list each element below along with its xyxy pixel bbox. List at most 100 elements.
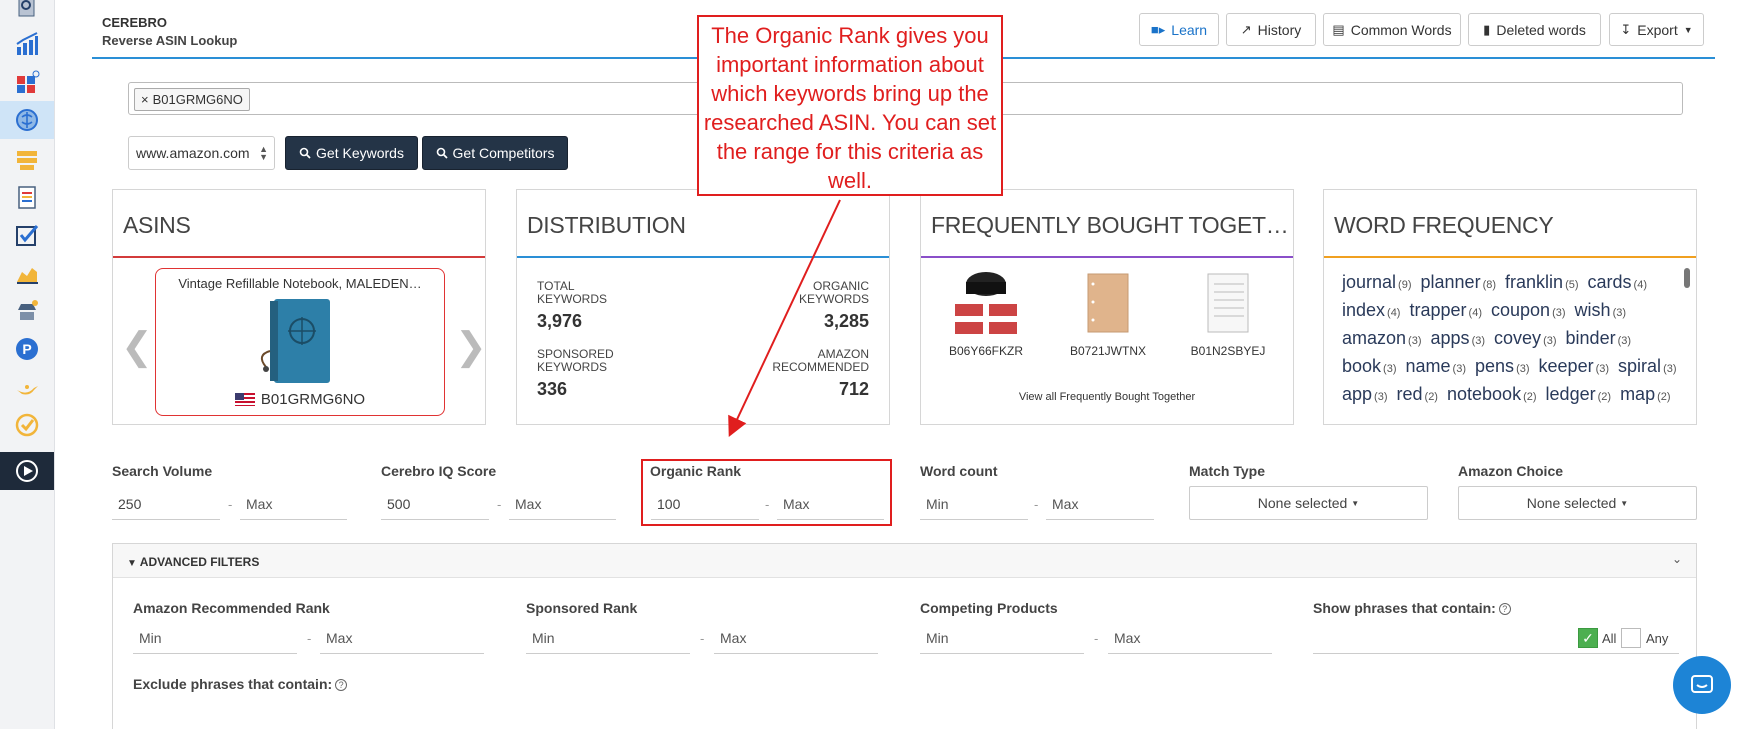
word-frequency-item[interactable]: amazon (3) xyxy=(1342,328,1422,348)
range-dash: - xyxy=(307,631,312,646)
organic-keywords-label: ORGANIC KEYWORDS xyxy=(798,279,869,306)
line-chart-icon: ↗ xyxy=(1240,21,1252,37)
iq-score-min-input[interactable]: 500 xyxy=(381,490,489,520)
fbt-product-image-1[interactable] xyxy=(953,268,1019,336)
amazon-rec-rank-min-input[interactable]: Min xyxy=(133,624,297,654)
word-frequency-item[interactable]: pens (3) xyxy=(1475,356,1530,376)
view-all-fbt-link[interactable]: View all Frequently Bought Together xyxy=(921,391,1293,403)
marketplace-select[interactable]: www.amazon.com ▲ ▼ xyxy=(128,136,275,170)
word-frequency-item[interactable]: cards (4) xyxy=(1588,272,1647,292)
export-button[interactable]: ↧ Export ▼ xyxy=(1609,13,1704,46)
sidebar-item-blocks[interactable] xyxy=(0,63,54,101)
word-frequency-item[interactable]: name (3) xyxy=(1406,356,1466,376)
match-type-dropdown[interactable]: None selected ▼ xyxy=(1189,486,1428,520)
sidebar-item-p[interactable]: P xyxy=(0,330,54,368)
word-frequency-item[interactable]: app (3) xyxy=(1342,384,1388,404)
word-count-max-input[interactable]: Max xyxy=(1046,490,1154,520)
word-frequency-item[interactable]: notebook (2) xyxy=(1447,384,1537,404)
amazon-choice-dropdown[interactable]: None selected ▼ xyxy=(1458,486,1697,520)
card-divider xyxy=(113,256,485,258)
search-volume-max-input[interactable]: Max xyxy=(240,490,347,520)
word-frequency-item[interactable]: binder (3) xyxy=(1566,328,1632,348)
sponsored-rank-min-input[interactable]: Min xyxy=(526,624,690,654)
sidebar-item-play[interactable] xyxy=(0,452,54,490)
word-count-min-input[interactable]: Min xyxy=(920,490,1028,520)
advanced-filters-toggle[interactable]: ▼ ADVANCED FILTERS ⌄ xyxy=(113,544,1696,578)
word-frequency-item[interactable]: apps (3) xyxy=(1431,328,1486,348)
any-checkbox[interactable] xyxy=(1621,628,1641,648)
fbt-asin-2[interactable]: B0721JWTNX xyxy=(1058,344,1158,358)
card-divider xyxy=(1324,256,1696,258)
scrollbar-thumb[interactable] xyxy=(1684,268,1690,288)
iq-score-max-input[interactable]: Max xyxy=(509,490,616,520)
select-arrows-icon: ▲ ▼ xyxy=(259,144,268,162)
fbt-product-image-3[interactable] xyxy=(1206,272,1250,334)
word-frequency-item[interactable]: trapper (4) xyxy=(1410,300,1483,320)
word-frequency-item[interactable]: journal (9) xyxy=(1342,272,1412,292)
deleted-words-button[interactable]: ▮ Deleted words xyxy=(1468,13,1601,46)
common-words-button[interactable]: ▤ Common Words xyxy=(1323,13,1461,46)
word-frequency-item[interactable]: wish (3) xyxy=(1575,300,1626,320)
sidebar-item-analytics[interactable] xyxy=(0,25,54,63)
range-dash: - xyxy=(228,497,233,512)
video-camera-icon: ■▸ xyxy=(1150,21,1166,37)
detective-icon xyxy=(18,300,38,320)
all-checkbox[interactable]: ✓ xyxy=(1578,628,1598,648)
sidebar-item-magnifier-doc[interactable] xyxy=(0,0,54,26)
chevron-left-icon[interactable]: ❮ xyxy=(121,324,153,369)
sidebar-item-list[interactable] xyxy=(0,178,54,216)
sidebar-item-checklist[interactable] xyxy=(0,216,54,254)
sponsored-rank-max-input[interactable]: Max xyxy=(714,624,878,654)
document-list-icon xyxy=(18,186,36,209)
sidebar-item-magnet[interactable] xyxy=(0,140,54,178)
fbt-asin-1[interactable]: B06Y66FKZR xyxy=(936,344,1036,358)
p-circle-icon: P xyxy=(16,338,38,360)
sponsored-keywords-value: 336 xyxy=(537,379,568,399)
asins-card: ASINS ❮ Vintage Refillable Notebook, MAL… xyxy=(112,189,487,425)
word-frequency-item[interactable]: map (2) xyxy=(1620,384,1670,404)
fbt-asin-3[interactable]: B01N2SBYEJ xyxy=(1178,344,1278,358)
total-keywords-label: TOTAL KEYWORDS xyxy=(537,279,608,306)
history-button[interactable]: ↗ History xyxy=(1226,13,1316,46)
help-icon[interactable]: ? xyxy=(335,679,348,691)
fbt-product-image-2[interactable] xyxy=(1086,272,1130,334)
amazon-rec-rank-max-input[interactable]: Max xyxy=(320,624,484,654)
sidebar-item-lamp[interactable] xyxy=(0,368,54,406)
word-frequency-item[interactable]: planner (8) xyxy=(1421,272,1497,292)
competing-products-max-input[interactable]: Max xyxy=(1108,624,1272,654)
tag-remove-icon[interactable]: × xyxy=(141,92,149,107)
sponsored-rank-label: Sponsored Rank xyxy=(526,600,638,616)
chat-support-button[interactable] xyxy=(1673,656,1731,714)
sidebar-item-cerebro[interactable] xyxy=(0,101,54,139)
word-frequency-item[interactable]: franklin (5) xyxy=(1505,272,1578,292)
sidebar-item-profits[interactable] xyxy=(0,254,54,292)
product-card[interactable]: Vintage Refillable Notebook, MALEDEN… B0… xyxy=(155,268,445,416)
word-frequency-item[interactable]: spiral (3) xyxy=(1618,356,1676,376)
range-dash: - xyxy=(1034,497,1039,512)
help-icon[interactable]: ? xyxy=(1498,603,1511,615)
any-checkbox-label: Any xyxy=(1646,631,1669,646)
word-frequency-item[interactable]: keeper (3) xyxy=(1539,356,1610,376)
chevron-right-icon[interactable]: ❯ xyxy=(455,324,487,369)
word-frequency-item[interactable]: coupon (3) xyxy=(1491,300,1566,320)
blocks-icon xyxy=(17,70,40,93)
sidebar-item-spy[interactable] xyxy=(0,292,54,330)
bar-chart-icon xyxy=(16,32,38,55)
word-frequency-list: journal (9) planner (8) franklin (5) cards(… xyxy=(1342,270,1682,410)
word-frequency-item[interactable]: red (2) xyxy=(1397,384,1438,404)
learn-button[interactable]: ■▸ Learn xyxy=(1139,13,1219,46)
search-volume-min-input[interactable]: 250 xyxy=(112,490,220,520)
sidebar-item-check-circle[interactable] xyxy=(0,406,54,444)
get-keywords-button[interactable]: Get Keywords xyxy=(285,136,418,170)
us-flag-icon xyxy=(234,393,255,406)
get-competitors-button[interactable]: Get Competitors xyxy=(422,136,568,170)
word-count-label: Word count xyxy=(920,463,998,479)
competing-products-min-input[interactable]: Min xyxy=(920,624,1084,654)
word-frequency-item[interactable]: book (3) xyxy=(1342,356,1397,376)
word-frequency-item[interactable]: index (4) xyxy=(1342,300,1400,320)
product-asin: B01GRMG6NO xyxy=(156,391,444,408)
amazon-recommended-value: 712 xyxy=(838,379,869,399)
word-frequency-item[interactable]: covey (3) xyxy=(1494,328,1556,348)
chevron-down-icon[interactable]: ⌄ xyxy=(1672,552,1682,566)
word-frequency-item[interactable]: ledger (2) xyxy=(1546,384,1612,404)
